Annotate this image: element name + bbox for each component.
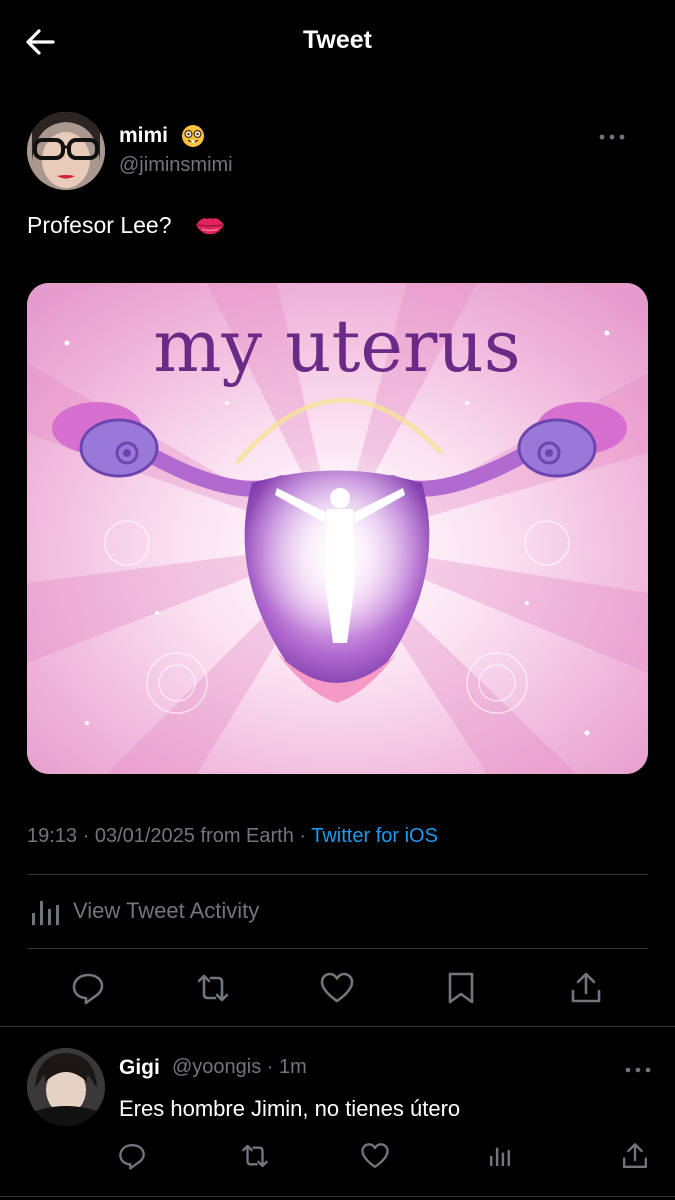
bar-chart-icon	[490, 1147, 510, 1166]
reply-tweet[interactable]: Gigi @yoongis · 1m Eres hombre Jimin, no…	[0, 1028, 675, 1200]
reply-share-button[interactable]	[620, 1141, 650, 1171]
page-title: Tweet	[303, 26, 372, 54]
retweet-icon	[197, 974, 229, 1002]
image-title: my uterus	[153, 304, 521, 388]
share-button[interactable]	[568, 970, 604, 1006]
divider	[27, 948, 648, 949]
reply-retweet-button[interactable]	[240, 1141, 270, 1171]
avatar-image	[27, 112, 105, 190]
reply-text: Eres hombre Jimin, no tienes útero	[119, 1096, 461, 1121]
author-handle[interactable]: @jiminsmimi	[119, 154, 233, 177]
like-icon	[361, 1143, 389, 1168]
reply-activity-button[interactable]	[485, 1141, 515, 1171]
timestamp-text: 19:13 · 03/01/2025 from Earth ·	[27, 825, 312, 847]
bookmark-button[interactable]	[443, 970, 479, 1006]
retweet-icon	[242, 1144, 268, 1168]
view-tweet-activity[interactable]: View Tweet Activity	[27, 893, 427, 929]
divider	[0, 1196, 675, 1197]
avatar[interactable]	[27, 112, 105, 190]
bar-chart-icon	[32, 901, 59, 925]
reply-reply-button[interactable]	[117, 1141, 147, 1171]
more-icon[interactable]	[597, 126, 627, 148]
divider	[0, 1026, 675, 1027]
bookmark-icon	[448, 972, 474, 1004]
tweet-text: Profesor Lee?	[27, 212, 172, 238]
reply-button[interactable]	[70, 970, 106, 1006]
more-icon[interactable]	[624, 1060, 652, 1080]
uterus-illustration: my uterus	[27, 283, 648, 774]
like-icon	[320, 972, 354, 1003]
retweet-button[interactable]	[195, 970, 231, 1006]
reply-icon	[72, 973, 104, 1005]
reply-like-button[interactable]	[360, 1141, 390, 1171]
reply-author-name[interactable]: Gigi	[119, 1056, 160, 1080]
share-icon	[571, 972, 601, 1003]
nerd-face-emoji-icon	[182, 125, 204, 147]
top-bar: Tweet	[0, 0, 675, 86]
avatar-image	[27, 1048, 105, 1126]
tweet-image[interactable]: my uterus	[27, 283, 648, 774]
view-tweet-activity-label: View Tweet Activity	[73, 898, 260, 923]
like-button[interactable]	[319, 970, 355, 1006]
author-name[interactable]: mimi	[119, 124, 168, 148]
reply-icon	[119, 1144, 145, 1170]
lips-emoji-icon	[196, 218, 224, 235]
tweet-source-link[interactable]: Twitter for iOS	[311, 825, 438, 847]
reply-handle-time[interactable]: @yoongis · 1m	[172, 1056, 307, 1079]
divider	[27, 874, 648, 875]
tweet-timestamp: 19:13 · 03/01/2025 from Earth · Twitter …	[27, 825, 438, 848]
share-icon	[623, 1143, 647, 1168]
tweet-author: mimi @jiminsmimi	[27, 112, 647, 192]
avatar[interactable]	[27, 1048, 105, 1126]
